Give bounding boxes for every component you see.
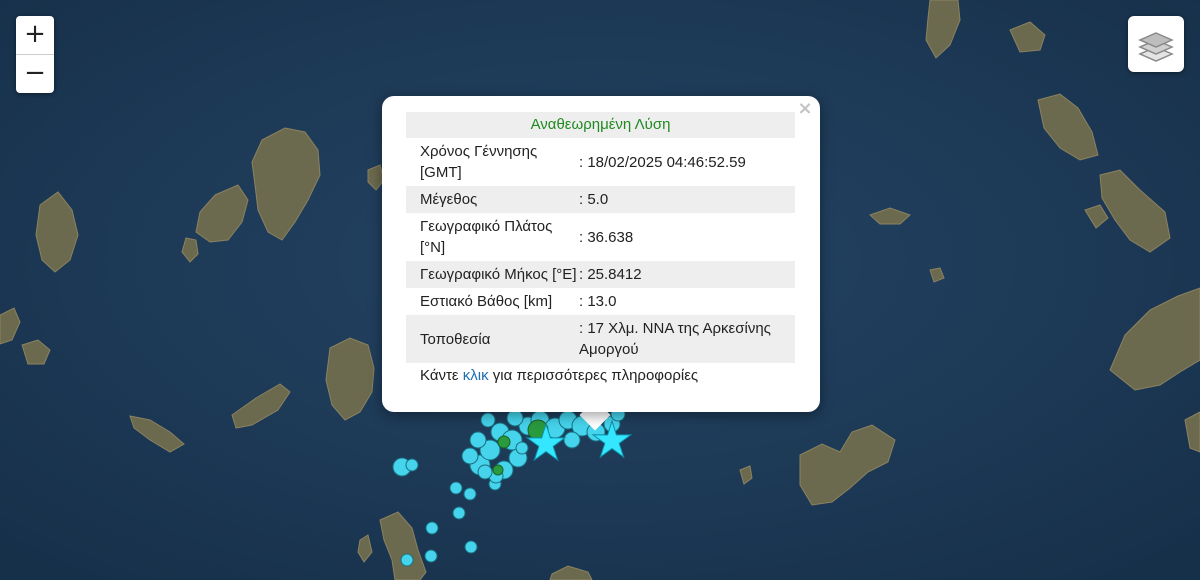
row-label: Γεωγραφικό Μήκος [°E] (420, 266, 577, 283)
more-info-link[interactable]: κλικ (463, 367, 489, 384)
minus-icon: − (24, 58, 46, 88)
quake-marker[interactable] (449, 481, 463, 495)
row-value: : 13.0 (579, 293, 617, 310)
table-row: Εστιακό Βάθος [km] : 13.0 (406, 288, 795, 315)
table-row: Γεωγραφικό Πλάτος [°N] : 36.638 (406, 213, 795, 261)
close-icon[interactable]: × (796, 100, 814, 118)
plus-icon: + (24, 19, 46, 49)
row-value: : 5.0 (579, 191, 609, 208)
quake-marker[interactable] (515, 441, 529, 455)
row-label: Μέγεθος (420, 191, 478, 208)
table-row: Τοποθεσία : 17 Χλμ. ΝΝΑ της Αρκεσίνης Αμ… (406, 315, 795, 363)
row-value: : 25.8412 (579, 266, 642, 283)
table-row: Χρόνος Γέννησης [GMT] : 18/02/2025 04:46… (406, 138, 795, 186)
layers-icon (1138, 32, 1174, 62)
quake-marker[interactable] (563, 431, 581, 449)
row-value: : 36.638 (579, 228, 634, 246)
row-label: Τοποθεσία (420, 330, 491, 348)
zoom-control: + − (16, 16, 54, 93)
quake-marker[interactable] (452, 506, 466, 520)
quake-marker[interactable] (464, 540, 478, 554)
more-info-prefix: Κάντε (420, 367, 459, 384)
row-label: Γεωγραφικό Πλάτος [°N] (420, 218, 553, 256)
more-info-text: Κάντε κλικ για περισσότερες πληροφορίες (406, 363, 795, 384)
more-info-suffix: για περισσότερες πληροφορίες (492, 367, 699, 384)
quake-marker-older[interactable] (497, 435, 511, 449)
row-label: Χρόνος Γέννησης [GMT] (420, 143, 538, 181)
quake-marker[interactable] (477, 464, 493, 480)
earthquake-popup: × Αναθεωρημένη Λύση Χρόνος Γέννησης [GMT… (382, 96, 820, 412)
quake-marker[interactable] (506, 409, 524, 427)
row-value: : 17 Χλμ. ΝΝΑ της Αρκεσίνης Αμοργού (579, 320, 771, 358)
earthquake-info-table: Χρόνος Γέννησης [GMT] : 18/02/2025 04:46… (406, 138, 795, 363)
layers-button[interactable] (1128, 16, 1184, 72)
popup-content: Αναθεωρημένη Λύση Χρόνος Γέννησης [GMT] … (406, 112, 795, 384)
quake-marker[interactable] (480, 412, 496, 428)
table-row: Μέγεθος : 5.0 (406, 186, 795, 213)
row-value: : 18/02/2025 04:46:52.59 (579, 153, 746, 171)
table-row: Γεωγραφικό Μήκος [°E] : 25.8412 (406, 261, 795, 288)
quake-marker[interactable] (461, 447, 479, 465)
quake-marker[interactable] (405, 458, 419, 472)
quake-marker[interactable] (425, 521, 439, 535)
quake-marker[interactable] (469, 431, 487, 449)
zoom-out-button[interactable]: − (16, 54, 54, 93)
quake-marker-older[interactable] (492, 464, 504, 476)
popup-title: Αναθεωρημένη Λύση (406, 112, 795, 138)
quake-marker[interactable] (463, 487, 477, 501)
row-label: Εστιακό Βάθος [km] (420, 293, 553, 310)
zoom-in-button[interactable]: + (16, 16, 54, 54)
quake-marker[interactable] (400, 553, 414, 567)
quake-marker[interactable] (424, 549, 438, 563)
